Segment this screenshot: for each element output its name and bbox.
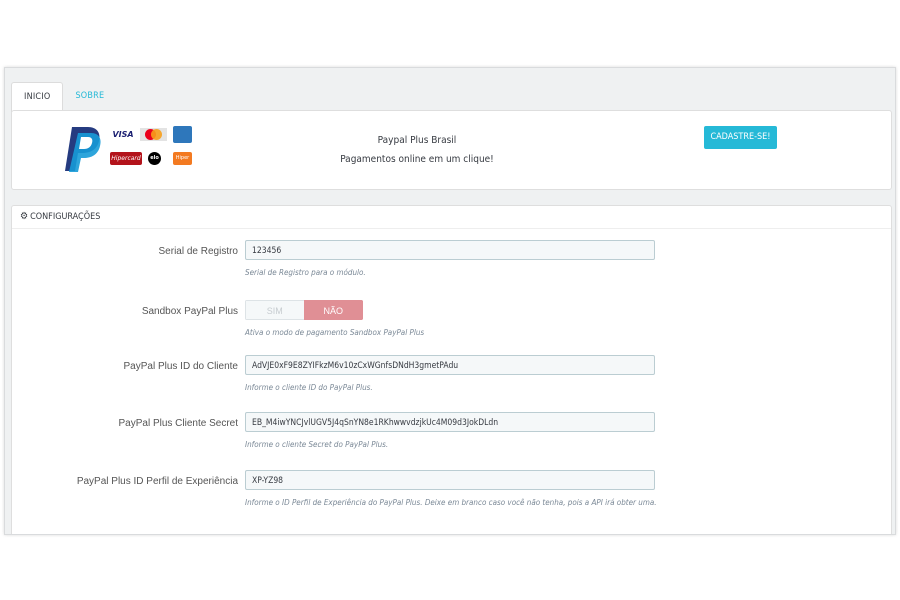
field-help: Serial de Registro para o módulo. [245, 268, 366, 277]
header-subtitle: Pagamentos online em um clique! [340, 154, 494, 165]
config-title: CONFIGURAÇÕES [30, 212, 101, 222]
amex-icon [173, 126, 192, 143]
header-text: Paypal Plus Brasil Pagamentos online em … [302, 131, 532, 169]
field-label: Sandbox PayPal Plus [141, 306, 238, 317]
config-header: ⚙ CONFIGURAÇÕES [12, 206, 891, 229]
module-panel: INICIO SOBRE VISA Hipercard elo Hiper Pa… [4, 67, 896, 535]
paypal-logo-icon [65, 127, 101, 172]
tab-inicio[interactable]: INICIO [11, 82, 64, 112]
field-help: Informe o cliente Secret do PayPal Plus. [245, 440, 389, 449]
serial-input[interactable]: 123456 [245, 240, 655, 260]
field-label: PayPal Plus ID do Cliente [123, 361, 238, 372]
field-label: PayPal Plus ID Perfil de Experiência [76, 476, 238, 487]
field-help: Ativa o modo de pagamento Sandbox PayPal… [245, 328, 425, 337]
cogs-icon: ⚙ [20, 211, 29, 222]
experience-profile-input[interactable]: XP-YZ98 [245, 470, 655, 490]
field-help: Informe o cliente ID do PayPal Plus. [245, 383, 373, 392]
switch-option-nao[interactable]: NÃO [303, 300, 363, 320]
visa-icon: VISA [110, 128, 136, 141]
tab-sobre[interactable]: SOBRE [63, 82, 116, 110]
field-label: PayPal Plus Cliente Secret [118, 418, 238, 429]
header-card: VISA Hipercard elo Hiper Paypal Plus Bra… [11, 110, 892, 190]
mastercard-icon [140, 128, 167, 141]
header-title: Paypal Plus Brasil [377, 135, 457, 146]
client-secret-input[interactable]: EB_M4iwYNCJvlUGV5J4qSnYN8e1RKhwwvdzjkUc4… [245, 412, 655, 432]
client-id-input[interactable]: AdVJE0xF9E8ZYIFkzM6v10zCxWGnfsDNdH3gmetP… [245, 355, 655, 375]
sandbox-switch[interactable]: SIM NÃO [245, 300, 363, 320]
field-help: Informe o ID Perfil de Experiência do Pa… [245, 498, 657, 507]
switch-option-sim[interactable]: SIM [245, 300, 304, 320]
hiper-icon: Hiper [173, 152, 192, 165]
field-label: Serial de Registro [158, 246, 238, 257]
cadastre-button[interactable]: CADASTRE-SE! [704, 126, 777, 149]
tab-bar: INICIO SOBRE [11, 82, 116, 112]
elo-icon: elo [148, 152, 161, 165]
hipercard-icon: Hipercard [110, 152, 142, 165]
payment-logos: VISA Hipercard elo Hiper [64, 125, 199, 175]
config-card: ⚙ CONFIGURAÇÕES Serial de Registro 123456… [11, 205, 892, 534]
